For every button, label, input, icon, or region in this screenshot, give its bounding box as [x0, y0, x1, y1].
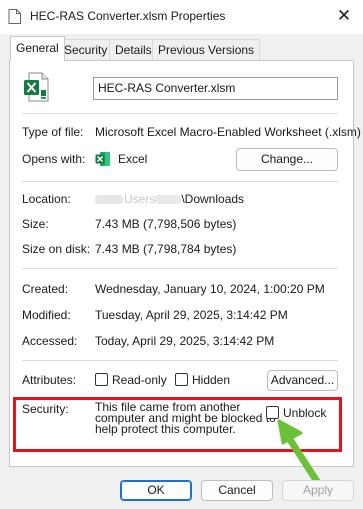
ok-button[interactable]: OK — [120, 480, 192, 501]
location-blurred-part: Users — [124, 192, 156, 206]
window-title: HEC-RAS Converter.xlsm Properties — [30, 9, 226, 23]
type-of-file-label: Type of file: — [22, 125, 84, 139]
size-on-disk-label: Size on disk: — [22, 242, 91, 256]
accessed-label: Accessed: — [22, 334, 78, 348]
tab-details[interactable]: Details — [109, 39, 158, 60]
separator — [22, 268, 338, 269]
read-only-label[interactable]: Read-only — [112, 373, 167, 387]
attributes-label: Attributes: — [22, 373, 77, 387]
change-button[interactable]: Change... — [236, 148, 338, 171]
close-button[interactable]: ✕ — [329, 2, 359, 30]
location-label: Location: — [22, 192, 71, 206]
modified-value: Tuesday, April 29, 2025, 3:14:42 PM — [95, 308, 288, 322]
separator — [22, 113, 338, 114]
size-value: 7.43 MB (7,798,506 bytes) — [95, 217, 237, 231]
arrow-icon — [277, 419, 322, 487]
excel-icon — [95, 152, 110, 166]
excel-file-icon — [24, 72, 49, 102]
advanced-button[interactable]: Advanced... — [267, 370, 338, 391]
separator — [22, 360, 338, 361]
hidden-checkbox[interactable] — [175, 373, 188, 386]
type-of-file-value: Microsoft Excel Macro-Enabled Worksheet … — [95, 125, 361, 139]
apply-button[interactable]: Apply — [282, 480, 354, 501]
location-folder: \Downloads — [181, 192, 245, 206]
opens-with-value: Excel — [118, 152, 148, 166]
read-only-checkbox[interactable] — [95, 373, 108, 386]
accessed-value: Today, April 29, 2025, 3:14:42 PM — [95, 334, 275, 348]
location-value: Users \Downloads — [95, 192, 244, 206]
tab-previous-versions[interactable]: Previous Versions — [152, 39, 261, 60]
size-label: Size: — [22, 217, 49, 231]
filename-field[interactable]: HEC-RAS Converter.xlsm — [93, 77, 338, 100]
modified-label: Modified: — [22, 308, 71, 322]
tab-general[interactable]: General — [10, 36, 65, 61]
separator — [22, 181, 338, 182]
tab-security[interactable]: Security — [58, 39, 114, 60]
document-icon — [8, 9, 21, 24]
hidden-label[interactable]: Hidden — [192, 373, 230, 387]
title-bar: HEC-RAS Converter.xlsm Properties ✕ — [0, 0, 363, 34]
size-on-disk-value: 7.43 MB (7,798,784 bytes) — [95, 242, 237, 256]
created-label: Created: — [22, 282, 69, 296]
opens-with-label: Opens with: — [22, 152, 86, 166]
created-value: Wednesday, January 10, 2024, 1:00:20 PM — [95, 282, 325, 296]
cancel-button[interactable]: Cancel — [201, 480, 273, 501]
